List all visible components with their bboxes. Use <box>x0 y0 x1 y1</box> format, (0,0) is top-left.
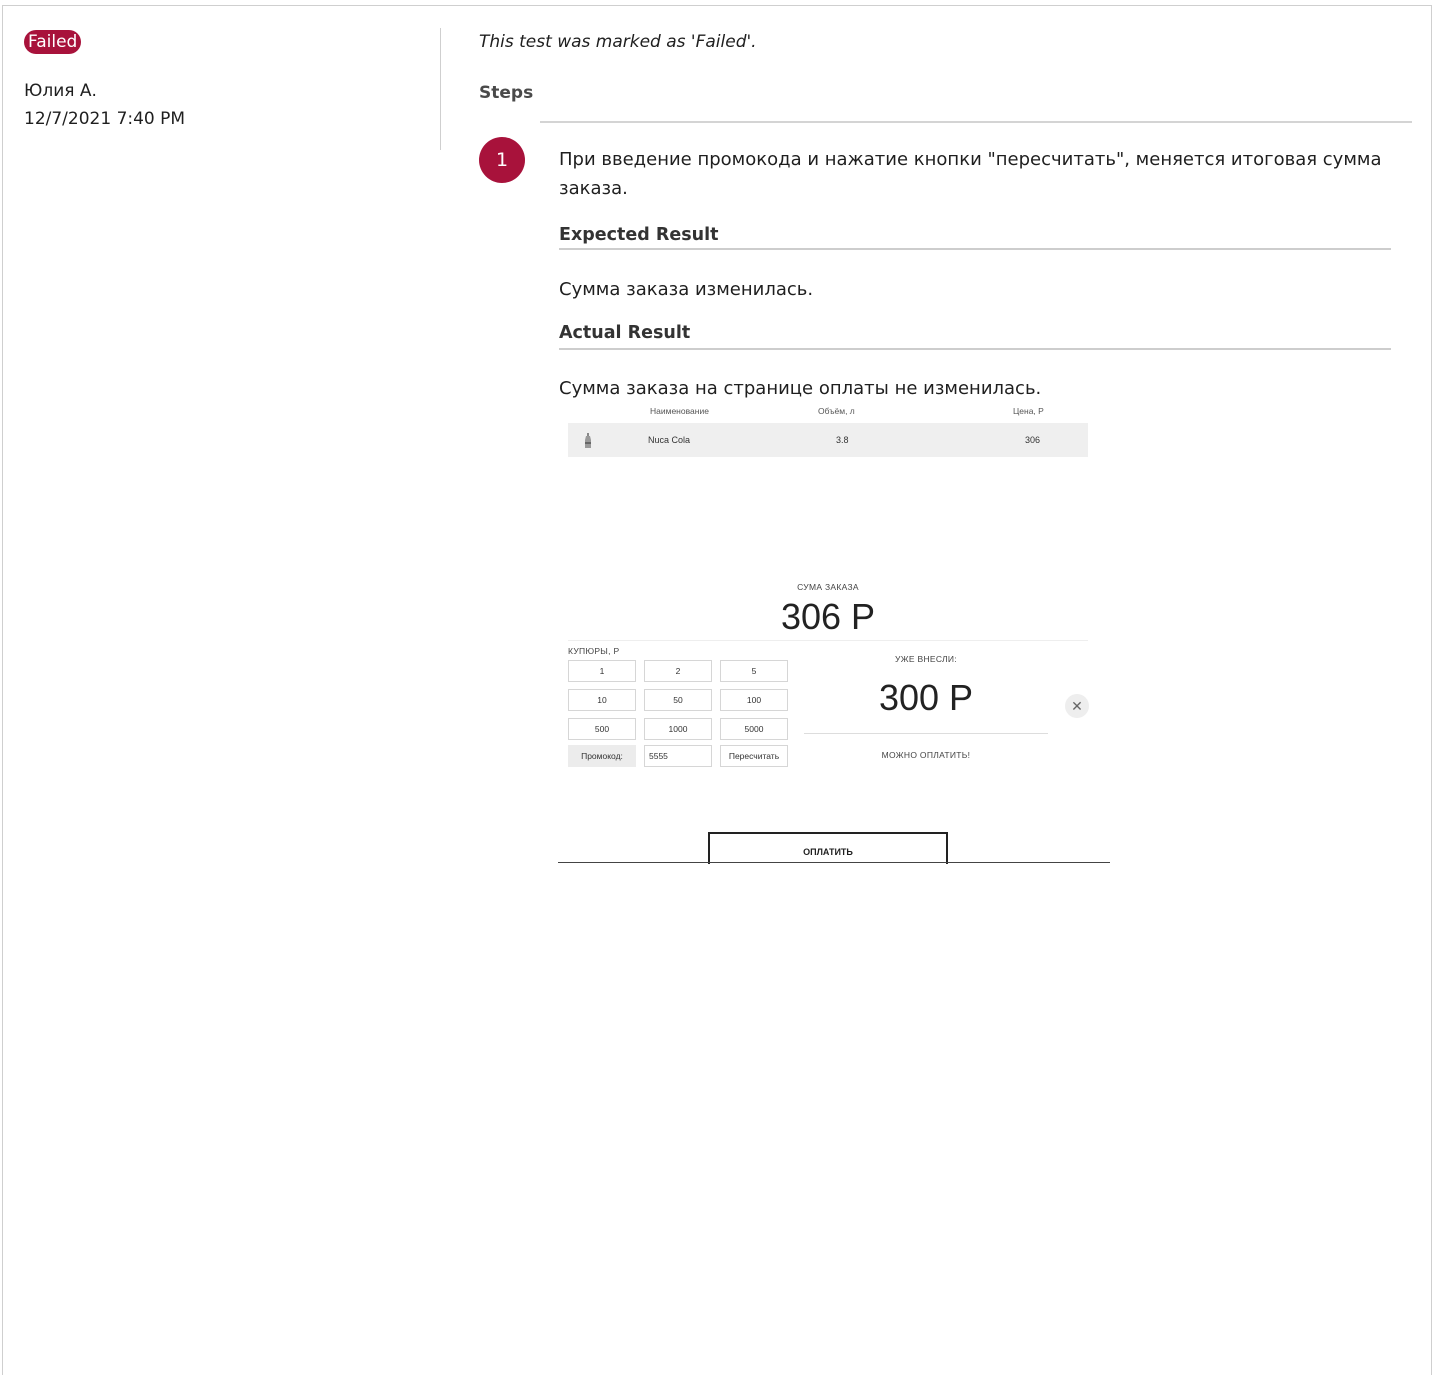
steps-divider <box>540 121 1412 123</box>
bills-label: КУПЮРЫ, Р <box>568 646 620 656</box>
total-divider <box>568 640 1088 641</box>
result-note: This test was marked as 'Failed'. <box>479 32 757 52</box>
bill-button-500[interactable]: 500 <box>568 718 636 740</box>
expected-result-text: Сумма заказа изменилась. <box>559 279 814 300</box>
bill-button-10[interactable]: 10 <box>568 689 636 711</box>
paid-amount: 300 Р <box>878 677 974 718</box>
paid-label: УЖЕ ВНЕСЛИ: <box>895 654 957 664</box>
actual-result-text: Сумма заказа на странице оплаты не измен… <box>559 378 1042 399</box>
col-header-name: Наименование <box>650 406 709 416</box>
bill-button-50[interactable]: 50 <box>644 689 712 711</box>
status-message: МОЖНО ОПЛАТИТЬ! <box>881 750 971 760</box>
bill-button-1[interactable]: 1 <box>568 660 636 682</box>
item-volume: 3.8 <box>836 435 849 445</box>
expected-result-heading: Expected Result <box>559 225 719 245</box>
bottle-icon <box>584 433 592 449</box>
screenshot-bottom-line <box>558 862 1110 863</box>
timestamp: 12/7/2021 7:40 PM <box>24 109 186 129</box>
recalculate-button[interactable]: Пересчитать <box>720 745 788 767</box>
item-name: Nuca Cola <box>648 435 691 445</box>
col-header-price: Цена, Р <box>1013 406 1044 416</box>
step-number-badge: 1 <box>479 137 525 183</box>
bill-button-100[interactable]: 100 <box>720 689 788 711</box>
actual-result-divider <box>559 348 1391 350</box>
actual-result-heading: Actual Result <box>559 323 691 343</box>
promo-label: Промокод: <box>568 745 636 767</box>
promo-input[interactable]: 5555 <box>644 745 712 767</box>
status-badge: Failed <box>24 30 82 54</box>
expected-result-divider <box>559 248 1391 250</box>
attached-screenshot: Наименование Объём, л Цена, Р Nuca Cola … <box>558 402 1110 864</box>
paid-divider <box>804 733 1048 734</box>
bill-button-5000[interactable]: 5000 <box>720 718 788 740</box>
step-description: При введение промокода и нажатие кнопки … <box>559 149 1382 199</box>
column-divider <box>440 28 441 150</box>
pay-button[interactable]: ОПЛАТИТЬ <box>708 832 948 864</box>
bill-button-5[interactable]: 5 <box>720 660 788 682</box>
close-icon[interactable]: ✕ <box>1065 694 1089 718</box>
col-header-volume: Объём, л <box>818 406 855 416</box>
steps-heading: Steps <box>479 83 534 103</box>
item-price: 306 <box>1025 435 1041 445</box>
table-row <box>568 423 1088 457</box>
total-label: СУМА ЗАКАЗА <box>797 582 859 592</box>
bill-button-1000[interactable]: 1000 <box>644 718 712 740</box>
author-name: Юлия А. <box>24 81 97 101</box>
bill-button-2[interactable]: 2 <box>644 660 712 682</box>
total-amount: 306 Р <box>780 596 876 637</box>
